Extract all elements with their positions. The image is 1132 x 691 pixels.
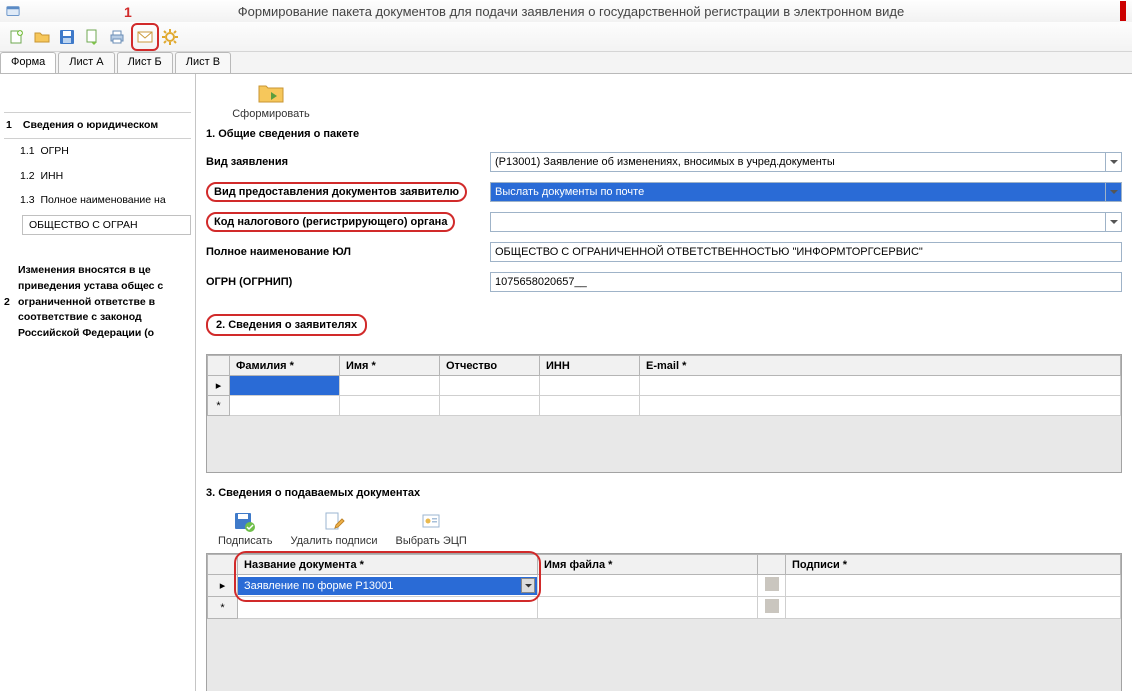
tree-item-inn[interactable]: 1.2 ИНН: [4, 164, 191, 189]
form-grid-1: 2 3 Вид заявления (Р13001) Заявление об …: [206, 152, 1122, 292]
certificate-icon: [419, 511, 443, 533]
section-2-heading: 2. Сведения о заявителях: [206, 314, 367, 336]
save-button[interactable]: [56, 26, 78, 48]
new-doc-button[interactable]: [6, 26, 28, 48]
signature-checkbox[interactable]: [765, 599, 779, 613]
window-edge-marker: [1120, 1, 1126, 21]
tab-list-a[interactable]: Лист А: [58, 52, 114, 73]
chevron-down-icon: [521, 578, 535, 593]
chevron-down-icon: [1105, 213, 1121, 231]
settings-gear-button[interactable]: [159, 26, 181, 48]
main-toolbar: 1: [0, 22, 1132, 52]
signature-checkbox[interactable]: [765, 577, 779, 591]
tree-section-2-num: 2: [4, 295, 10, 311]
tab-list-v[interactable]: Лист В: [175, 52, 231, 73]
left-tabs: Форма Лист А Лист Б Лист В: [0, 52, 1132, 74]
section-3-heading: 3. Сведения о подаваемых документах: [206, 487, 1122, 499]
col-signatures[interactable]: Подписи *: [786, 555, 1121, 575]
select-ecp-button[interactable]: Выбрать ЭЦП: [396, 511, 467, 547]
label-full-name: Полное наименование ЮЛ: [206, 246, 486, 258]
left-navigation-pane: 1 Сведения о юридическом 1.1 ОГРН 1.2 ИН…: [0, 74, 196, 691]
input-ogrn[interactable]: 1075658020657__: [490, 272, 1122, 292]
export-button[interactable]: [81, 26, 103, 48]
mail-button[interactable]: [134, 26, 156, 48]
tab-forma[interactable]: Форма: [0, 52, 56, 73]
form-package-button[interactable]: Сформировать: [226, 80, 316, 120]
tree-section-1[interactable]: 1 Сведения о юридическом: [4, 112, 191, 139]
tab-list-b[interactable]: Лист Б: [117, 52, 173, 73]
combo-delivery[interactable]: Выслать документы по почте: [490, 182, 1122, 202]
label-appl-type: Вид заявления: [206, 156, 486, 168]
grid2-row-1[interactable]: ▸ Заявление по форме Р13001: [208, 575, 1121, 597]
chevron-down-icon: [1105, 153, 1121, 171]
folder-play-icon: [257, 80, 285, 106]
grid1-row-new[interactable]: *: [208, 396, 1121, 416]
grid2-row-new[interactable]: *: [208, 597, 1121, 619]
annotation-1: 1: [124, 4, 132, 20]
chevron-down-icon: [1105, 183, 1121, 201]
grid1-row-1[interactable]: ▸: [208, 376, 1121, 396]
tree-item-ogrn[interactable]: 1.1 ОГРН: [4, 139, 191, 164]
col-inn[interactable]: ИНН: [540, 356, 640, 376]
col-file-name[interactable]: Имя файла *: [538, 555, 758, 575]
app-icon: [6, 4, 20, 18]
mail-button-highlight: [131, 23, 159, 51]
col-doc-name[interactable]: Название документа *: [238, 555, 538, 575]
open-folder-button[interactable]: [31, 26, 53, 48]
section-1-heading: 1. Общие сведения о пакете: [206, 128, 1122, 140]
applicants-grid[interactable]: Фамилия * Имя * Отчество ИНН E-mail * ▸ …: [206, 354, 1122, 473]
col-email[interactable]: E-mail *: [640, 356, 1121, 376]
right-content-pane: Сформировать 1. Общие сведения о пакете …: [196, 74, 1132, 691]
sign-button[interactable]: Подписать: [218, 511, 272, 547]
doc-pencil-icon: [322, 511, 346, 533]
col-patronymic[interactable]: Отчество: [440, 356, 540, 376]
doc-name-combo[interactable]: Заявление по форме Р13001: [238, 577, 537, 595]
input-full-name[interactable]: ОБЩЕСТВО С ОГРАНИЧЕННОЙ ОТВЕТСТВЕННОСТЬЮ…: [490, 242, 1122, 262]
combo-tax-code[interactable]: [490, 212, 1122, 232]
label-delivery: Вид предоставления документов заявителю: [206, 182, 467, 202]
left-description-block: 2 Изменения вносятся в це приведения уст…: [4, 263, 191, 342]
delete-signatures-button[interactable]: Удалить подписи: [290, 511, 377, 547]
label-ogrn: ОГРН (ОГРНИП): [206, 276, 486, 288]
col-name[interactable]: Имя *: [340, 356, 440, 376]
documents-grid[interactable]: Название документа * Имя файла * Подписи…: [206, 553, 1122, 691]
tree-item-full-name[interactable]: 1.3 Полное наименование на: [4, 188, 191, 213]
label-tax-code: Код налогового (регистрирующего) органа: [206, 212, 455, 232]
title-bar: Формирование пакета документов для подач…: [0, 0, 1132, 22]
combo-appl-type[interactable]: (Р13001) Заявление об изменениях, вносим…: [490, 152, 1122, 172]
save-check-icon: [233, 511, 257, 533]
window-title: Формирование пакета документов для подач…: [26, 4, 1116, 19]
col-surname[interactable]: Фамилия *: [230, 356, 340, 376]
tree-full-name-value: ОБЩЕСТВО С ОГРАН: [22, 215, 191, 235]
documents-toolbar: Подписать Удалить подписи Выбрать ЭЦП: [218, 511, 1122, 547]
print-button[interactable]: [106, 26, 128, 48]
